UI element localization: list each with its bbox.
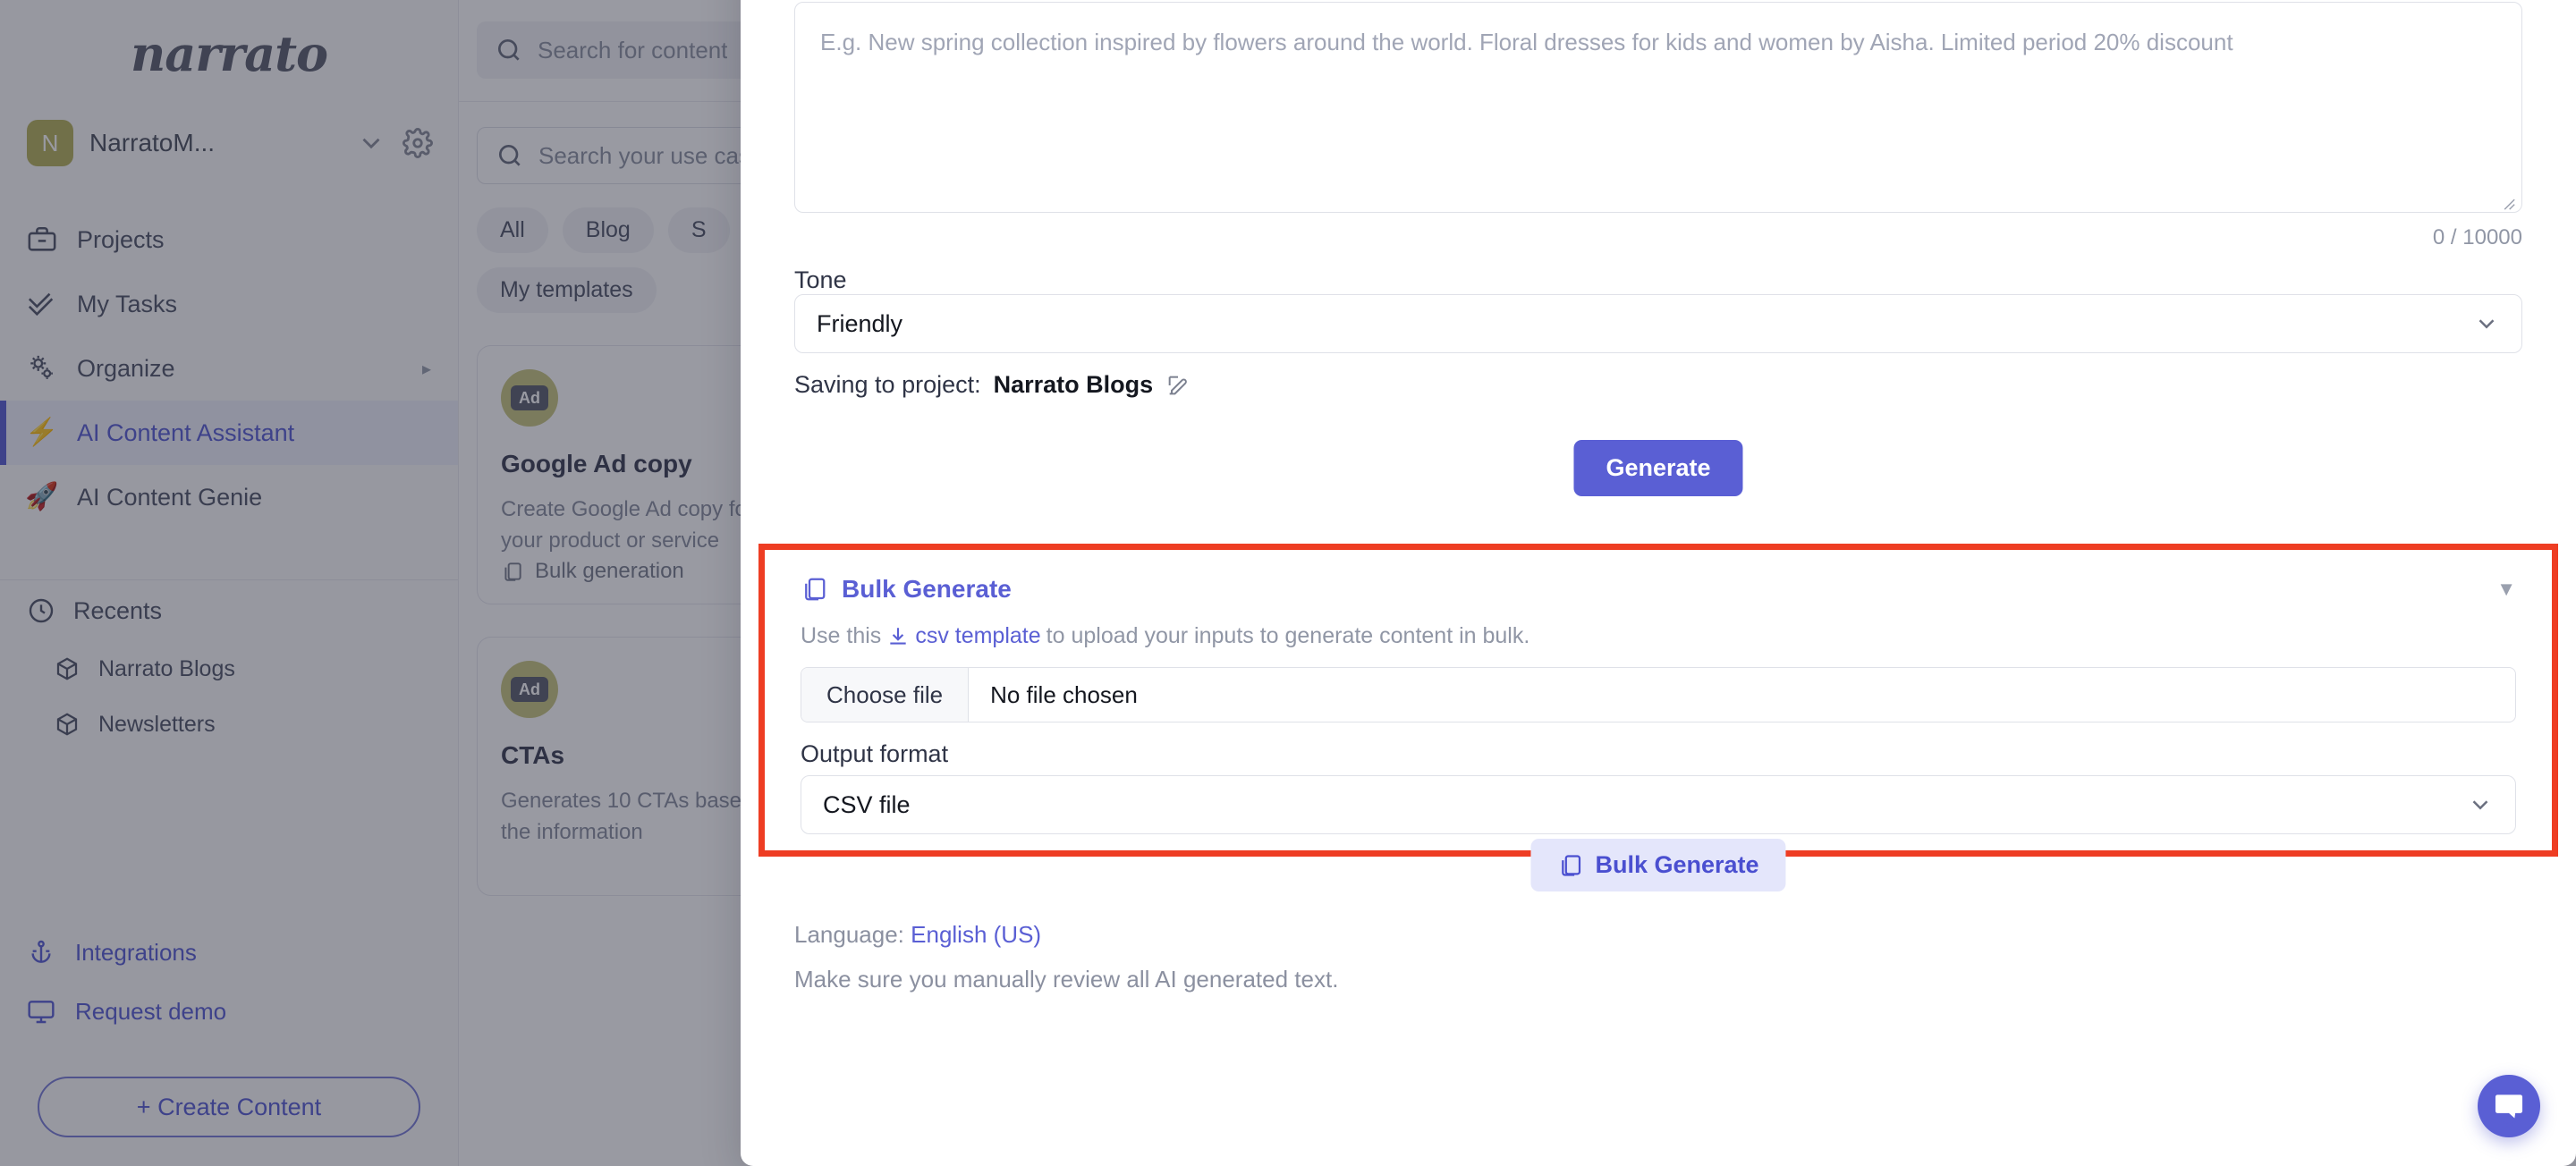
- output-format-select[interactable]: CSV file: [801, 775, 2516, 834]
- saving-to-project-row: Saving to project: Narrato Blogs: [794, 371, 1191, 399]
- screen: narrato N NarratoM... Projects My Tasks …: [0, 0, 2576, 1166]
- file-upload-field[interactable]: Choose file No file chosen: [801, 667, 2516, 722]
- chosen-file-name: No file chosen: [990, 680, 1138, 708]
- bulk-hint-suffix: to upload your inputs to generate conten…: [1046, 623, 1530, 648]
- chevron-down-icon[interactable]: ▼: [2496, 578, 2516, 601]
- edit-icon[interactable]: [1165, 373, 1191, 398]
- download-icon: [886, 625, 910, 648]
- bulk-generate-button[interactable]: Bulk Generate: [1530, 839, 1786, 891]
- bulk-generate-section: Bulk Generate ▼ Use this csv template to…: [758, 544, 2558, 891]
- ai-content-assistant-modal: E.g. New spring collection inspired by f…: [741, 0, 2576, 1166]
- tone-label: Tone: [794, 266, 847, 293]
- copy-icon: [801, 576, 827, 603]
- output-format-value: CSV file: [823, 790, 911, 818]
- resize-grip-icon[interactable]: [2496, 187, 2516, 210]
- bulk-generate-hint: Use this csv template to upload your inp…: [801, 623, 2516, 649]
- bulk-generate-button-label: Bulk Generate: [1595, 851, 1759, 878]
- review-note: Make sure you manually review all AI gen…: [794, 966, 1339, 993]
- content-brief-placeholder: E.g. New spring collection inspired by f…: [820, 29, 2233, 55]
- language-label: Language:: [794, 921, 904, 948]
- choose-file-button[interactable]: Choose file: [801, 668, 970, 722]
- bulk-generate-header[interactable]: Bulk Generate ▼: [801, 575, 2516, 604]
- generate-button[interactable]: Generate: [1573, 440, 1743, 496]
- tone-selected-value: Friendly: [817, 309, 903, 337]
- saving-to-project-label: Saving to project:: [794, 371, 981, 398]
- csv-template-link[interactable]: csv template: [915, 623, 1040, 649]
- bulk-generate-title: Bulk Generate: [842, 575, 1012, 603]
- bulk-hint-prefix: Use this: [801, 623, 882, 648]
- tone-select[interactable]: Friendly: [794, 294, 2522, 353]
- content-brief-textarea[interactable]: E.g. New spring collection inspired by f…: [794, 2, 2522, 213]
- chat-bubble-icon: [2492, 1089, 2526, 1128]
- chevron-down-icon: [2467, 791, 2494, 818]
- output-format-label: Output format: [801, 740, 949, 767]
- character-counter: 0 / 10000: [2432, 225, 2522, 249]
- language-value-link[interactable]: English (US): [911, 921, 1041, 948]
- saving-to-project-value: Narrato Blogs: [993, 371, 1154, 398]
- language-row: Language: English (US): [794, 921, 1041, 949]
- chevron-down-icon: [2473, 310, 2500, 337]
- chat-launcher-button[interactable]: [2478, 1075, 2540, 1137]
- copy-icon: [1557, 853, 1582, 878]
